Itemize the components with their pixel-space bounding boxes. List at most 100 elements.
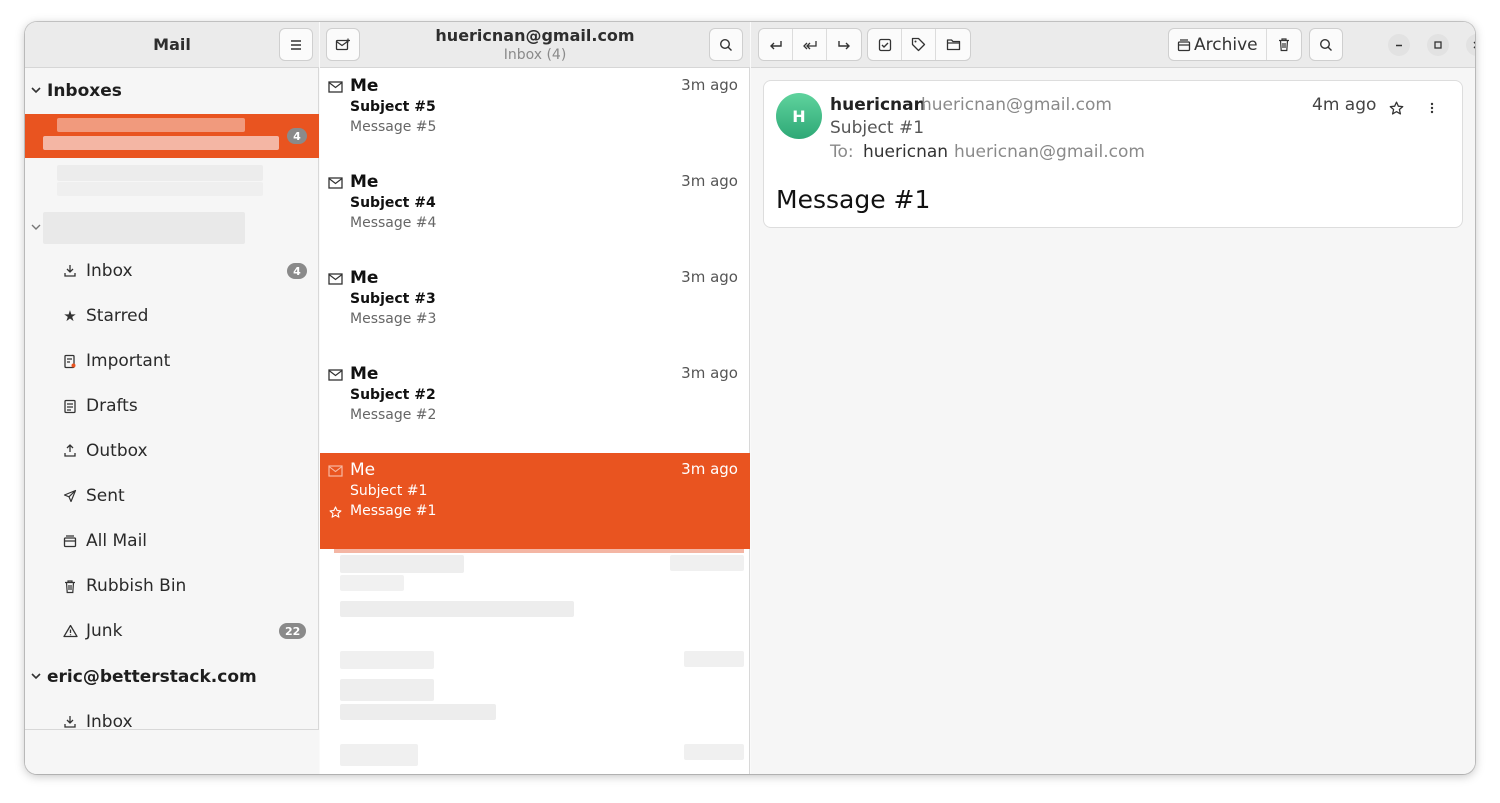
star-outline-icon[interactable] xyxy=(329,506,342,519)
message-actions-group xyxy=(867,28,971,61)
drafts-icon xyxy=(61,397,79,415)
list-item-selected[interactable]: Me 3m ago Subject #1 Message #1 xyxy=(320,453,750,549)
delete-button[interactable] xyxy=(1267,29,1301,60)
minimize-icon xyxy=(1396,44,1402,47)
reply-icon xyxy=(769,40,782,49)
move-button[interactable] xyxy=(936,29,970,60)
sidebar-item-inbox[interactable]: Inbox 4 xyxy=(25,251,319,291)
message-subject: Subject #5 xyxy=(350,99,436,115)
inbox-tray-icon xyxy=(61,262,79,280)
sidebar-item-label: All Mail xyxy=(86,531,148,551)
sidebar-item-rubbish-bin[interactable]: Rubbish Bin xyxy=(25,566,319,606)
recipient-name[interactable]: huericnan xyxy=(863,142,948,162)
list-item[interactable]: Me 3m ago Subject #5 Message #5 xyxy=(320,69,750,165)
to-label: To: xyxy=(830,142,854,162)
forward-icon xyxy=(838,40,850,49)
all-mail-icon xyxy=(61,532,79,550)
message-list-header: huericnan@gmail.com Inbox (4) xyxy=(320,22,750,68)
close-icon xyxy=(1473,41,1475,49)
forward-button[interactable] xyxy=(827,29,861,60)
reading-pane-toolbar: Archive xyxy=(751,22,1475,68)
archive-label: Archive xyxy=(1194,34,1258,55)
reply-button[interactable] xyxy=(759,29,793,60)
search-icon xyxy=(1319,38,1332,51)
sidebar-item-sent[interactable]: Sent xyxy=(25,476,319,516)
search-button[interactable] xyxy=(709,28,743,61)
sidebar-item-selected-account[interactable]: 4 xyxy=(25,114,319,158)
maximize-button[interactable] xyxy=(1427,34,1449,56)
archive-delete-group: Archive xyxy=(1168,28,1302,61)
sidebar-item-label: Starred xyxy=(86,306,149,326)
message-subject: Subject #3 xyxy=(350,291,436,307)
search-icon xyxy=(719,38,732,51)
message-preview: Message #5 xyxy=(350,119,437,135)
sidebar-item-label: Junk xyxy=(86,621,123,641)
email-body: Message #1 xyxy=(776,185,931,214)
list-item[interactable] xyxy=(320,553,750,649)
sender-address[interactable]: huericnan@gmail.com xyxy=(921,95,1112,115)
sidebar-item-outbox[interactable]: Outbox xyxy=(25,431,319,471)
chevron-down-icon xyxy=(31,673,41,680)
sidebar-item-drafts[interactable]: Drafts xyxy=(25,386,319,426)
sidebar-item-label: Rubbish Bin xyxy=(86,576,187,596)
star-outline-icon[interactable] xyxy=(1389,101,1404,116)
mail-window: Mail Inboxes 4 Inbox 4 ★ Starred Importa… xyxy=(25,22,1475,774)
reply-all-button[interactable] xyxy=(793,29,827,60)
label-button[interactable] xyxy=(902,29,936,60)
outbox-icon xyxy=(61,442,79,460)
list-item[interactable]: Me 3m ago Subject #2 Message #2 xyxy=(320,357,750,453)
sidebar-item-all-mail[interactable]: All Mail xyxy=(25,521,319,561)
message-time: 3m ago xyxy=(681,268,738,286)
list-item[interactable] xyxy=(320,649,750,745)
find-in-message-button[interactable] xyxy=(1309,28,1343,61)
redacted-text xyxy=(43,212,245,244)
message-sender: Me xyxy=(350,364,379,384)
menu-button[interactable] xyxy=(279,28,313,61)
message-subject: Subject #1 xyxy=(350,483,428,499)
maximize-icon xyxy=(1434,41,1442,49)
sidebar-item-starred[interactable]: ★ Starred xyxy=(25,296,319,336)
unread-count-badge: 4 xyxy=(287,263,307,279)
recipient-address[interactable]: huericnan@gmail.com xyxy=(954,142,1145,162)
junk-icon xyxy=(61,622,79,640)
redacted-text xyxy=(340,679,434,701)
message-sender: Me xyxy=(350,76,379,96)
redacted-text xyxy=(340,651,434,669)
sender-name[interactable]: huericnan xyxy=(830,95,926,115)
close-button[interactable] xyxy=(1466,34,1475,56)
sidebar-item-label: Sent xyxy=(86,486,125,506)
archive-icon xyxy=(1177,38,1191,51)
tag-icon xyxy=(911,37,926,52)
minimize-button[interactable] xyxy=(1388,34,1410,56)
sidebar-item-important[interactable]: Important xyxy=(25,341,319,381)
more-options-icon[interactable] xyxy=(1429,101,1435,115)
archive-button[interactable]: Archive xyxy=(1169,29,1267,60)
sidebar-item-junk[interactable]: Junk 22 xyxy=(25,611,319,651)
account-section-header[interactable]: eric@betterstack.com xyxy=(25,662,319,692)
redacted-text xyxy=(57,182,263,196)
chevron-down-icon xyxy=(31,224,41,230)
inboxes-section-header[interactable]: Inboxes xyxy=(25,76,319,106)
list-item[interactable] xyxy=(320,742,750,774)
message-time: 3m ago xyxy=(681,76,738,94)
unread-count-badge: 22 xyxy=(279,623,307,639)
message-preview: Message #3 xyxy=(350,311,437,327)
list-item[interactable]: Me 3m ago Subject #3 Message #3 xyxy=(320,261,750,357)
sidebar: Mail Inboxes 4 Inbox 4 ★ Starred Importa… xyxy=(25,22,319,774)
envelope-icon xyxy=(328,177,343,189)
redacted-text xyxy=(57,165,263,181)
email-card: H huericnan huericnan@gmail.com 4m ago S… xyxy=(763,80,1463,228)
message-preview: Message #4 xyxy=(350,215,437,231)
redacted-text xyxy=(340,555,464,573)
redacted-text xyxy=(684,744,744,760)
inboxes-label: Inboxes xyxy=(47,81,122,101)
redacted-text xyxy=(340,601,574,617)
list-item[interactable]: Me 3m ago Subject #4 Message #4 xyxy=(320,165,750,261)
message-preview: Message #2 xyxy=(350,407,437,423)
trash-icon xyxy=(1278,38,1289,52)
sent-icon xyxy=(61,487,79,505)
envelope-open-icon xyxy=(328,465,343,477)
account-section-header[interactable] xyxy=(25,212,319,244)
folder-subtitle: Inbox (4) xyxy=(503,47,567,63)
mark-read-button[interactable] xyxy=(868,29,902,60)
